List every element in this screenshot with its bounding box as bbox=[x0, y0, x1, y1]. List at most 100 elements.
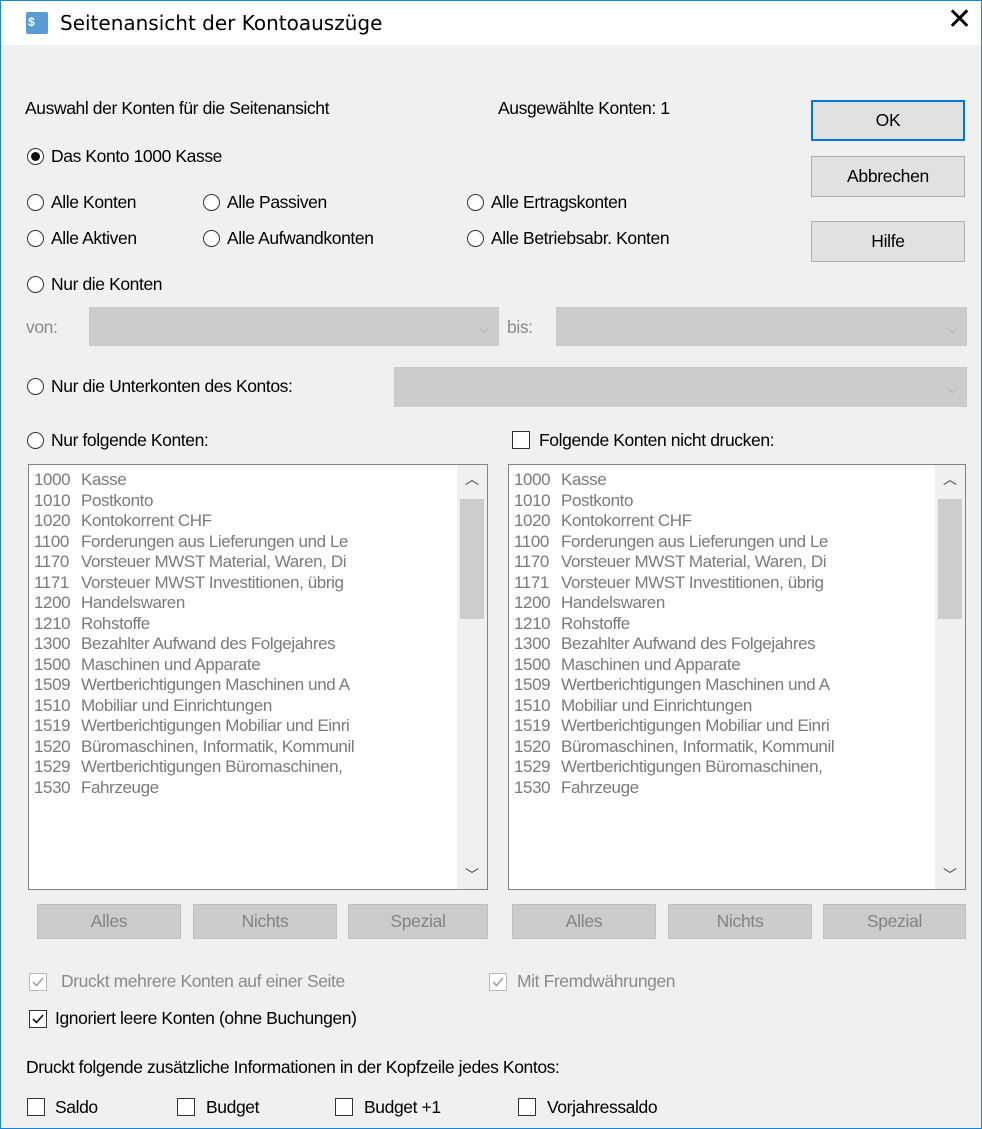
right-all-button[interactable]: Alles bbox=[512, 904, 656, 939]
list-item[interactable]: 1510 Mobiliar und Einrichtungen bbox=[514, 696, 834, 717]
multi-per-page-checkbox[interactable] bbox=[29, 973, 47, 991]
radio-following-accounts[interactable] bbox=[27, 432, 44, 449]
radio-all-accounts[interactable] bbox=[27, 194, 44, 211]
budget-plus1-label: Budget +1 bbox=[364, 1097, 441, 1117]
account-number: 1510 bbox=[514, 695, 551, 715]
scroll-thumb[interactable] bbox=[938, 499, 962, 619]
close-icon[interactable]: ✕ bbox=[947, 5, 972, 35]
scroll-down-icon[interactable]: ﹀ bbox=[457, 861, 487, 889]
list-item[interactable]: 1000 Kasse bbox=[34, 470, 354, 491]
help-button[interactable]: Hilfe bbox=[811, 221, 965, 262]
list-item[interactable]: 1210 Rohstoffe bbox=[514, 614, 834, 635]
radio-all-operating[interactable] bbox=[467, 230, 484, 247]
list-item[interactable]: 1020 Kontokorrent CHF bbox=[514, 511, 834, 532]
account-number: 1010 bbox=[34, 490, 71, 510]
exclude-list-scrollbar[interactable]: ︿ ﹀ bbox=[935, 465, 965, 889]
list-item[interactable]: 1529 Wertberichtigungen Büromaschinen, bbox=[34, 757, 354, 778]
cancel-button[interactable]: Abbrechen bbox=[811, 156, 965, 197]
list-item[interactable]: 1520 Büromaschinen, Informatik, Kommunil bbox=[514, 736, 835, 758]
to-combo[interactable]: ⌵ bbox=[556, 307, 967, 346]
include-list-scrollbar[interactable]: ︿ ﹀ bbox=[457, 465, 487, 889]
list-item[interactable]: 1200 Handelswaren bbox=[34, 593, 354, 614]
subaccounts-combo[interactable]: ⌵ bbox=[394, 367, 967, 407]
list-item[interactable]: 1171 Vorsteuer MWST Investitionen, übrig bbox=[514, 573, 834, 594]
account-number: 1509 bbox=[514, 675, 551, 694]
list-item[interactable]: 1530 Fahrzeuge bbox=[34, 778, 354, 799]
list-item[interactable]: 1530 Fahrzeuge bbox=[514, 778, 834, 799]
list-item[interactable]: 1510 Mobiliar und Einrichtungen bbox=[34, 696, 354, 717]
list-item[interactable]: 1020 Kontokorrent CHF bbox=[34, 511, 354, 532]
include-accounts-list[interactable]: 1000 Kasse 1010 Postkonto 1020 Kontokorrent C… bbox=[28, 464, 488, 890]
list-item[interactable]: 1300 Bezahlter Aufwand des Folgejahres bbox=[514, 634, 834, 655]
list-item[interactable]: 1519 Wertberichtigungen Mobiliar und Einr… bbox=[34, 716, 354, 737]
from-combo[interactable]: ⌵ bbox=[89, 307, 499, 346]
list-item[interactable]: 1300 Bezahlter Aufwand des Folgejahres bbox=[34, 634, 354, 655]
exclude-accounts-list[interactable]: 1000 Kasse 1010 Postkonto 1020 Kontokorrent C… bbox=[508, 464, 966, 890]
ignore-empty-checkbox[interactable] bbox=[29, 1010, 47, 1028]
list-item[interactable]: 1100 Forderungen aus Lieferungen und Le bbox=[34, 532, 354, 553]
account-name: Rohstoffe bbox=[561, 613, 630, 633]
account-number: 1529 bbox=[514, 757, 551, 776]
prior-year-label: Vorjahressaldo bbox=[547, 1097, 658, 1117]
radio-only-accounts[interactable] bbox=[27, 276, 44, 293]
list-item[interactable]: 1200 Handelswaren bbox=[514, 593, 834, 614]
radio-this-account[interactable] bbox=[27, 148, 44, 165]
saldo-checkbox[interactable] bbox=[27, 1098, 45, 1116]
list-item[interactable]: 1010 Postkonto bbox=[514, 491, 834, 512]
right-none-button[interactable]: Nichts bbox=[668, 904, 812, 939]
account-name: Vorsteuer MWST Investitionen, übrig bbox=[81, 572, 344, 592]
radio-all-operating-label: Alle Betriebsabr. Konten bbox=[491, 228, 670, 248]
budget-plus1-checkbox[interactable] bbox=[335, 1098, 353, 1116]
radio-subaccounts[interactable] bbox=[27, 378, 44, 395]
list-item[interactable]: 1500 Maschinen und Apparate bbox=[514, 655, 834, 676]
prior-year-checkbox[interactable] bbox=[518, 1098, 536, 1116]
radio-all-assets[interactable] bbox=[27, 230, 44, 247]
list-item[interactable]: 1010 Postkonto bbox=[34, 491, 354, 512]
account-name: Handelswaren bbox=[561, 593, 665, 612]
list-item[interactable]: 1100 Forderungen aus Lieferungen und Le bbox=[514, 532, 834, 553]
budget-checkbox[interactable] bbox=[177, 1098, 195, 1116]
scroll-up-icon[interactable]: ︿ bbox=[935, 465, 965, 493]
scroll-thumb[interactable] bbox=[460, 499, 484, 619]
scroll-down-icon[interactable]: ﹀ bbox=[935, 861, 965, 889]
left-special-button[interactable]: Spezial bbox=[348, 904, 488, 939]
account-name: Vorsteuer MWST Material, Waren, Di bbox=[81, 552, 347, 571]
from-label: von: bbox=[26, 317, 58, 337]
foreign-currency-checkbox[interactable] bbox=[489, 973, 507, 991]
list-item[interactable]: 1509 Wertberichtigungen Maschinen und A bbox=[514, 675, 834, 696]
account-name: Wertberichtigungen Mobiliar und Einri bbox=[81, 716, 350, 735]
radio-all-income[interactable] bbox=[467, 194, 484, 211]
account-number: 1200 bbox=[514, 593, 551, 612]
account-number: 1520 bbox=[34, 736, 71, 756]
radio-all-expense[interactable] bbox=[203, 230, 220, 247]
list-item[interactable]: 1529 Wertberichtigungen Büromaschinen, bbox=[514, 757, 834, 778]
list-item[interactable]: 1000 Kasse bbox=[514, 470, 834, 491]
account-name: Wertberichtigungen Büromaschinen, bbox=[81, 757, 343, 776]
radio-this-account-label: Das Konto 1000 Kasse bbox=[51, 146, 223, 166]
left-none-button[interactable]: Nichts bbox=[193, 904, 337, 939]
checkmark-icon bbox=[492, 977, 504, 987]
account-number: 1500 bbox=[514, 654, 551, 674]
account-name: Maschinen und Apparate bbox=[561, 654, 741, 674]
list-item[interactable]: 1500 Maschinen und Apparate bbox=[34, 655, 354, 676]
account-name: Mobiliar und Einrichtungen bbox=[561, 695, 752, 715]
account-number: 1200 bbox=[34, 593, 71, 612]
list-item[interactable]: 1520 Büromaschinen, Informatik, Kommunil bbox=[34, 736, 355, 758]
list-item[interactable]: 1509 Wertberichtigungen Maschinen und A bbox=[34, 675, 354, 696]
to-label: bis: bbox=[507, 317, 533, 337]
left-all-button[interactable]: Alles bbox=[37, 904, 181, 939]
list-item[interactable]: 1170 Vorsteuer MWST Material, Waren, Di bbox=[34, 552, 354, 573]
account-number: 1000 bbox=[34, 470, 71, 489]
ok-button[interactable]: OK bbox=[811, 100, 965, 141]
list-item[interactable]: 1519 Wertberichtigungen Mobiliar und Einr… bbox=[514, 716, 834, 737]
account-name: Wertberichtigungen Maschinen und A bbox=[561, 675, 830, 694]
right-special-button[interactable]: Spezial bbox=[823, 904, 966, 939]
account-number: 1519 bbox=[34, 716, 71, 735]
radio-all-liabilities[interactable] bbox=[203, 194, 220, 211]
list-item[interactable]: 1210 Rohstoffe bbox=[34, 614, 354, 635]
account-number: 1520 bbox=[514, 736, 551, 756]
dont-print-checkbox[interactable] bbox=[512, 431, 530, 449]
list-item[interactable]: 1171 Vorsteuer MWST Investitionen, übrig bbox=[34, 573, 354, 594]
list-item[interactable]: 1170 Vorsteuer MWST Material, Waren, Di bbox=[514, 552, 834, 573]
scroll-up-icon[interactable]: ︿ bbox=[457, 465, 487, 493]
